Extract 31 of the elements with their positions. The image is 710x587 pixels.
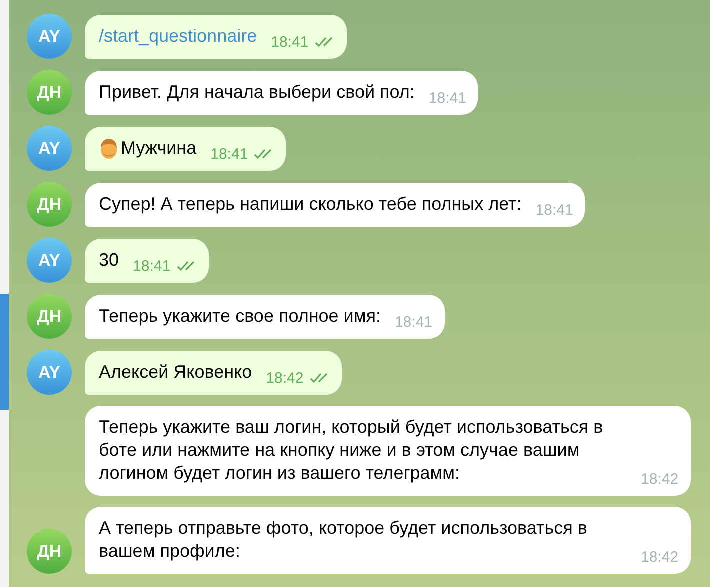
message-text: Теперь укажите ваш логин, который будет использоваться в боте или нажмите на кнопку ниже и в этом случае вашим логином будет логин из вашего телеграмм:	[99, 416, 604, 485]
message-text: Теперь укажите свое полное имя:	[99, 305, 381, 328]
message-time: 18:41	[536, 201, 574, 221]
double-check-icon	[176, 261, 197, 272]
message-text: 30	[99, 249, 120, 272]
man-emoji-icon	[99, 138, 119, 160]
avatar[interactable]: AY	[27, 238, 72, 283]
message-time: 18:41	[271, 33, 309, 53]
avatar[interactable]: AY	[27, 14, 72, 59]
message-text: Супер! А теперь напиши сколько тебе полных лет:	[99, 193, 522, 216]
avatar[interactable]: ДН	[27, 182, 72, 227]
double-check-icon	[254, 149, 274, 160]
avatar[interactable]: AY	[27, 126, 72, 171]
command-link[interactable]: /start_questionnaire	[99, 25, 258, 48]
message-time: 18:41	[428, 89, 466, 109]
avatar[interactable]: ДН	[27, 529, 72, 574]
double-check-icon	[314, 37, 335, 48]
message-time: 18:41	[210, 145, 248, 165]
message-time: 18:42	[641, 470, 679, 490]
double-check-icon	[310, 373, 330, 384]
message-time: 18:41	[133, 257, 171, 277]
avatar[interactable]: ДН	[27, 70, 72, 115]
message-text: Привет. Для начала выбери свой пол:	[99, 81, 415, 104]
avatar[interactable]: ДН	[27, 294, 72, 339]
message-text: Мужчина	[121, 137, 197, 160]
avatar[interactable]: AY	[27, 350, 72, 395]
message-time: 18:42	[266, 369, 304, 389]
message-time: 18:41	[394, 313, 433, 333]
message-time: 18:42	[641, 548, 679, 568]
message-text: Алексей Яковенко	[99, 361, 252, 384]
message-text: А теперь отправьте фото, которое будет использоваться в вашем профиле:	[99, 517, 588, 563]
